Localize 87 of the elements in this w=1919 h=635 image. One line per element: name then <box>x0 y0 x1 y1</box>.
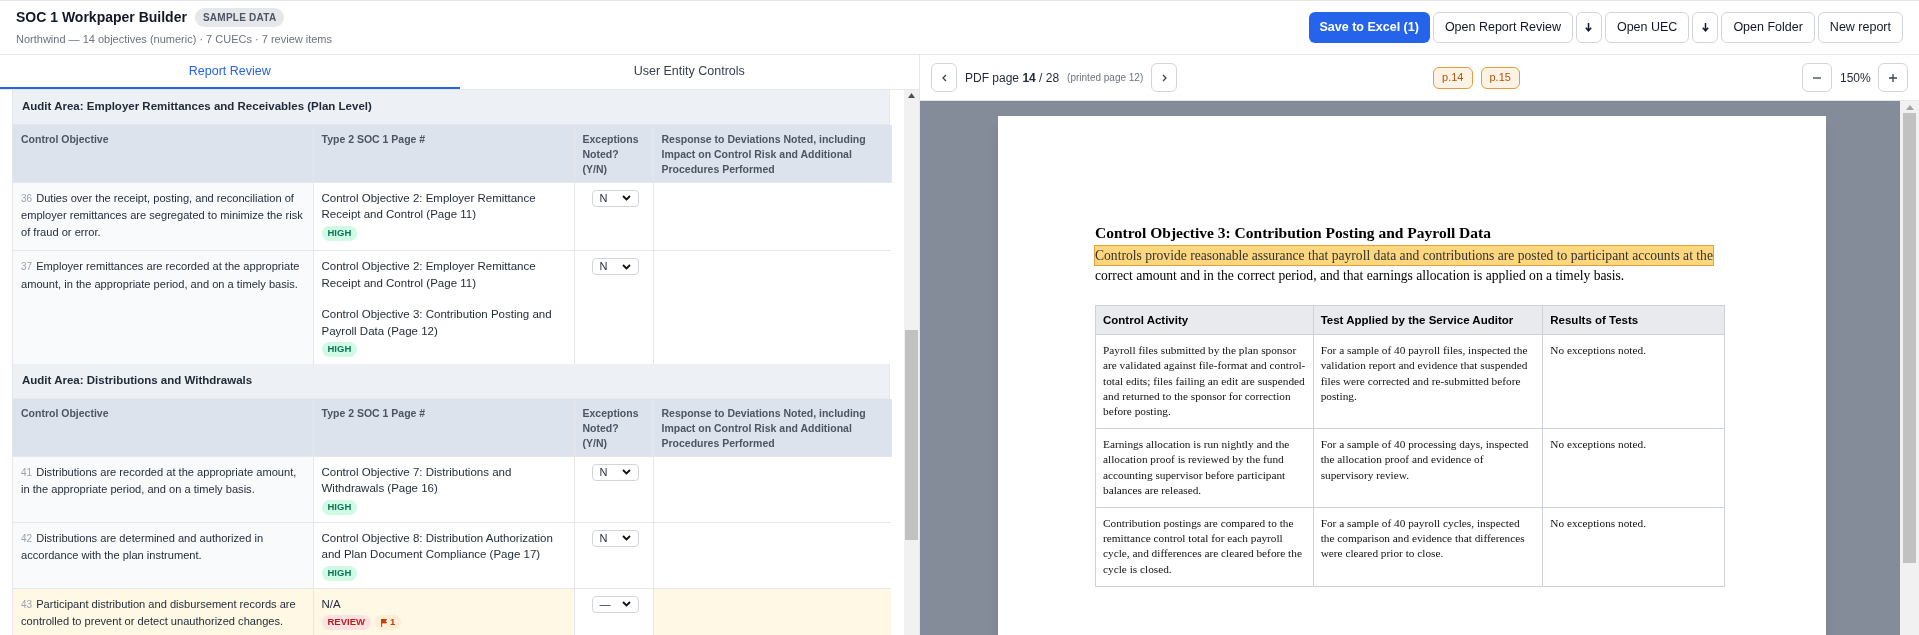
chevron-right-icon <box>1161 73 1167 82</box>
table-cell: Contribution postings are compared to the remittance control total for each payroll cycle, and differences are cleared before the cycle is closed. <box>1095 507 1314 587</box>
page-reference: Control Objective 7: Distributions and Withdrawals (Page 16) <box>321 464 513 496</box>
column-header: Response to Deviations Noted, including Impact on Control Risk and Additional Procedures Performed <box>653 399 891 456</box>
scrollbar[interactable] <box>1900 101 1919 635</box>
download-button[interactable] <box>1575 12 1602 43</box>
chevron-down-icon <box>621 469 631 475</box>
toolbar-button[interactable]: New report <box>1817 12 1903 43</box>
table-cell: No exceptions noted. <box>1542 428 1725 508</box>
zoom-level: 150% <box>1840 69 1870 87</box>
priority-badge: HIGH <box>321 565 358 581</box>
zoom-in-button[interactable] <box>1878 63 1908 92</box>
chevron-down-icon <box>621 601 631 607</box>
response-cell[interactable] <box>653 250 891 364</box>
page-reference: Control Objective 2: Employer Remittance Receipt and Control (Page 11) <box>321 190 537 222</box>
column-header: Response to Deviations Noted, including Impact on Control Risk and Additional Procedures Performed <box>653 125 891 182</box>
page-reference: Control Objective 3: Contribution Posting and Payroll Data (Page 12) <box>321 307 553 339</box>
page-reference: Control Objective 8: Distribution Authorization and Plan Document Compliance (Page 17) <box>321 530 554 562</box>
table-cell: Earnings allocation is run nightly and the allocation proof is reviewed by the fund accounting supervisor before participant balances are released. <box>1095 428 1314 508</box>
flag-count: 1 <box>390 615 396 630</box>
flag-icon <box>381 618 387 627</box>
download-arrow-icon <box>1585 22 1593 33</box>
sample-data-badge: SAMPLE DATA <box>194 8 285 28</box>
scrollbar-thumb[interactable] <box>1903 113 1916 563</box>
column-header: Type 2 SOC 1 Page # <box>313 399 574 456</box>
page-reference: N/A <box>321 596 342 612</box>
toolbar-button[interactable]: Open UEC <box>1604 12 1690 43</box>
response-cell[interactable] <box>653 456 891 522</box>
zoom-out-button[interactable] <box>1802 63 1832 92</box>
download-button[interactable] <box>1692 12 1719 43</box>
chevron-down-icon <box>621 535 631 541</box>
audit-area-header: Audit Area: Distributions and Withdrawals <box>13 364 889 399</box>
tab[interactable]: User Entity Controls <box>459 55 919 89</box>
priority-badge: HIGH <box>321 342 358 357</box>
priority-badge: HIGH <box>321 225 358 241</box>
chevron-down-icon <box>621 195 631 201</box>
column-header: Exceptions Noted? (Y/N) <box>574 125 653 182</box>
download-arrow-icon <box>1701 22 1709 33</box>
objective-text: 41 Distributions are recorded at the appropriate amount, in the appropriate period, and on a timely basis. <box>21 464 298 497</box>
page-reference: Control Objective 2: Employer Remittance Receipt and Control (Page 11) <box>321 259 537 291</box>
toolbar-button[interactable]: Open Report Review <box>1432 12 1573 43</box>
document-heading: Control Objective 3: Contribution Posting and Payroll Data <box>1095 223 1492 243</box>
table-cell: No exceptions noted. <box>1542 507 1725 587</box>
table-cell: For a sample of 40 payroll cycles, inspected the comparison and evidence that differences were cleared prior to close. <box>1313 507 1543 587</box>
response-cell[interactable] <box>653 522 891 588</box>
table-cell: Payroll files submitted by the plan sponsor are validated against file-format and control-total edits; files failing an edit are suspended and returned to the sponsor for correction before posting. <box>1095 334 1314 429</box>
column-header: Control Objective <box>13 399 313 456</box>
exceptions-dropdown[interactable]: N <box>591 463 639 481</box>
objective-text: 42 Distributions are determined and authorized in accordance with the plan instrument. <box>21 530 265 563</box>
table-cell: For a sample of 40 payroll files, inspected the validation report and evidence that suspended files were corrected and re-submitted before posting. <box>1313 334 1543 429</box>
next-page-button[interactable] <box>1151 63 1178 92</box>
page-chip[interactable]: p.14 <box>1433 66 1473 89</box>
printed-page-label: (printed page 12) <box>1067 71 1144 85</box>
objective-text: 37 Employer remittances are recorded at the appropriate amount, in the appropriate period, and on a timely basis. <box>21 259 301 292</box>
save-button[interactable]: Save to Excel (1) <box>1308 12 1430 43</box>
exceptions-dropdown[interactable]: — <box>591 595 639 613</box>
response-cell[interactable] <box>653 182 891 251</box>
column-header: Type 2 SOC 1 Page # <box>313 125 574 182</box>
minus-icon <box>1813 76 1821 79</box>
scroll-up-arrow-icon[interactable] <box>908 92 915 98</box>
table-header: Results of Tests <box>1542 305 1725 335</box>
table-header: Control Activity <box>1095 305 1314 335</box>
table-header: Test Applied by the Service Auditor <box>1313 305 1543 335</box>
review-badge: REVIEW <box>321 615 371 630</box>
audit-area-header: Audit Area: Employer Remittances and Receivables (Plan Level) <box>13 90 889 125</box>
chevron-left-icon <box>941 73 947 82</box>
objective-text: 36 Duties over the receipt, posting, and reconciliation of employer remittances are segregated to minimize the risk of fraud or error. <box>21 190 304 240</box>
table-cell: No exceptions noted. <box>1542 334 1725 429</box>
exceptions-dropdown[interactable]: N <box>591 529 639 547</box>
previous-page-button[interactable] <box>931 63 957 92</box>
scrollbar-thumb[interactable] <box>905 330 918 540</box>
objective-text: 43 Participant distribution and disbursement records are controlled to prevent or detect unauthorized changes. <box>21 596 297 629</box>
plus-icon <box>1889 73 1897 82</box>
report-summary: Northwind — 14 objectives (numeric) · 7 CUECs · 7 review items <box>16 32 333 48</box>
toolbar-button[interactable]: Open Folder <box>1721 12 1815 43</box>
app-title: SOC 1 Workpaper Builder <box>16 8 187 28</box>
exceptions-dropdown[interactable]: N <box>591 189 639 207</box>
page-chip[interactable]: p.15 <box>1480 66 1520 89</box>
scrollbar[interactable] <box>904 90 919 635</box>
exceptions-dropdown[interactable]: N <box>591 258 639 275</box>
table-cell: For a sample of 40 processing days, inspected the allocation proof and evidence of supervisory review. <box>1313 428 1543 508</box>
priority-badge: HIGH <box>321 499 358 515</box>
chevron-down-icon <box>621 263 631 270</box>
response-cell[interactable] <box>653 588 891 635</box>
column-header: Exceptions Noted? (Y/N) <box>574 399 653 456</box>
column-header: Control Objective <box>13 125 313 182</box>
page-indicator: PDF page 14 / 28 <box>965 69 1060 87</box>
